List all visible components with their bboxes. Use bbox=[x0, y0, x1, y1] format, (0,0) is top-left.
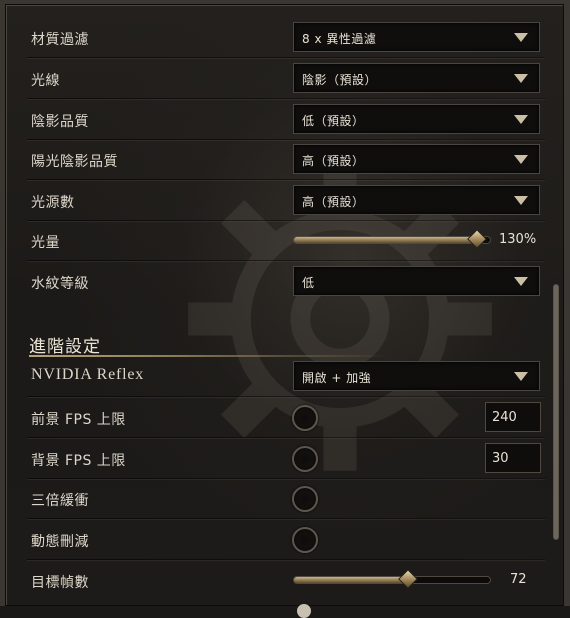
row-divider bbox=[27, 559, 545, 560]
dynamic-culling-label: 動態刪減 bbox=[31, 534, 89, 550]
advanced-settings-heading: 進階設定 bbox=[29, 337, 101, 357]
slider-fill bbox=[294, 237, 476, 243]
foreground-fps-value: 240 bbox=[492, 410, 517, 425]
row-divider bbox=[27, 179, 545, 180]
chevron-down-icon bbox=[514, 74, 528, 83]
triple-buffering-checkbox[interactable] bbox=[292, 486, 318, 512]
row-sun-shadow-quality: 陽光陰影品質 高（預設） bbox=[5, 140, 545, 180]
sun-shadow-quality-value: 高（預設） bbox=[302, 154, 365, 168]
texture-filter-dropdown[interactable]: 8 x 異性過濾 bbox=[293, 22, 540, 52]
sun-shadow-quality-dropdown[interactable]: 高（預設） bbox=[293, 144, 540, 174]
chevron-down-icon bbox=[514, 115, 528, 124]
slider-fill bbox=[294, 577, 407, 583]
row-background-fps: 背景 FPS 上限 30 bbox=[5, 439, 545, 479]
target-fps-value: 72 bbox=[510, 572, 527, 587]
texture-filter-label: 材質過濾 bbox=[31, 32, 89, 48]
row-triple-buffering: 三倍緩衝 bbox=[5, 479, 545, 519]
nvidia-reflex-value: 開啟 + 加強 bbox=[302, 371, 372, 385]
row-light-sources: 光源數 高（預設） bbox=[5, 181, 545, 221]
target-fps-label: 目標幀數 bbox=[31, 575, 89, 591]
background-fps-label: 背景 FPS 上限 bbox=[31, 453, 126, 469]
background-fps-value: 30 bbox=[492, 451, 509, 466]
row-divider bbox=[27, 57, 545, 58]
row-foreground-fps: 前景 FPS 上限 240 bbox=[5, 398, 545, 438]
settings-panel: 材質過濾 8 x 異性過濾 光線 陰影（預設） 陰影品質 低（預設） 陽光陰影品… bbox=[0, 0, 570, 618]
foreground-fps-checkbox[interactable] bbox=[292, 405, 318, 431]
water-level-value: 低 bbox=[302, 276, 315, 290]
light-sources-label: 光源數 bbox=[31, 195, 75, 211]
light-sources-value: 高（預設） bbox=[302, 195, 365, 209]
background-fps-input[interactable]: 30 bbox=[485, 443, 541, 473]
row-divider bbox=[27, 437, 545, 438]
brightness-label: 光量 bbox=[31, 235, 60, 251]
texture-filter-value: 8 x 異性過濾 bbox=[302, 32, 377, 46]
chevron-down-icon bbox=[514, 33, 528, 42]
row-nvidia-reflex: NVIDIA Reflex 開啟 + 加強 bbox=[5, 357, 545, 397]
slider-handle[interactable] bbox=[398, 569, 418, 589]
water-level-dropdown[interactable]: 低 bbox=[293, 266, 540, 296]
slider-handle[interactable] bbox=[467, 229, 487, 249]
shadow-quality-value: 低（預設） bbox=[302, 114, 365, 128]
nvidia-reflex-dropdown[interactable]: 開啟 + 加強 bbox=[293, 361, 540, 391]
lighting-label: 光線 bbox=[31, 73, 60, 89]
row-divider bbox=[27, 260, 545, 261]
chevron-down-icon bbox=[514, 372, 528, 381]
dynamic-culling-checkbox[interactable] bbox=[292, 527, 318, 553]
partial-slider-handle[interactable] bbox=[297, 604, 311, 618]
lighting-value: 陰影（預設） bbox=[302, 73, 378, 87]
light-sources-dropdown[interactable]: 高（預設） bbox=[293, 185, 540, 215]
chevron-down-icon bbox=[514, 196, 528, 205]
chevron-down-icon bbox=[514, 155, 528, 164]
row-divider bbox=[27, 518, 545, 519]
brightness-slider[interactable] bbox=[293, 229, 491, 249]
sun-shadow-quality-label: 陽光陰影品質 bbox=[31, 154, 118, 170]
brightness-value: 130% bbox=[499, 232, 537, 247]
background-fps-checkbox[interactable] bbox=[292, 446, 318, 472]
triple-buffering-label: 三倍緩衝 bbox=[31, 493, 89, 509]
nvidia-reflex-label: NVIDIA Reflex bbox=[31, 366, 145, 383]
row-lighting: 光線 陰影（預設） bbox=[5, 59, 545, 99]
foreground-fps-input[interactable]: 240 bbox=[485, 402, 541, 432]
chevron-down-icon bbox=[514, 277, 528, 286]
row-shadow-quality: 陰影品質 低（預設） bbox=[5, 100, 545, 140]
row-target-fps: 目標幀數 72 bbox=[5, 561, 545, 601]
shadow-quality-dropdown[interactable]: 低（預設） bbox=[293, 104, 540, 134]
row-brightness: 光量 130% bbox=[5, 221, 545, 261]
row-water-level: 水紋等級 低 bbox=[5, 262, 545, 302]
shadow-quality-label: 陰影品質 bbox=[31, 114, 89, 130]
lighting-dropdown[interactable]: 陰影（預設） bbox=[293, 63, 540, 93]
row-divider bbox=[27, 396, 545, 397]
water-level-label: 水紋等級 bbox=[31, 276, 89, 292]
row-texture-filter: 材質過濾 8 x 異性過濾 bbox=[5, 18, 545, 58]
row-dynamic-culling: 動態刪減 bbox=[5, 520, 545, 560]
foreground-fps-label: 前景 FPS 上限 bbox=[31, 412, 126, 428]
target-fps-slider[interactable] bbox=[293, 569, 491, 589]
scrollbar[interactable] bbox=[553, 284, 559, 540]
row-divider bbox=[27, 98, 545, 99]
